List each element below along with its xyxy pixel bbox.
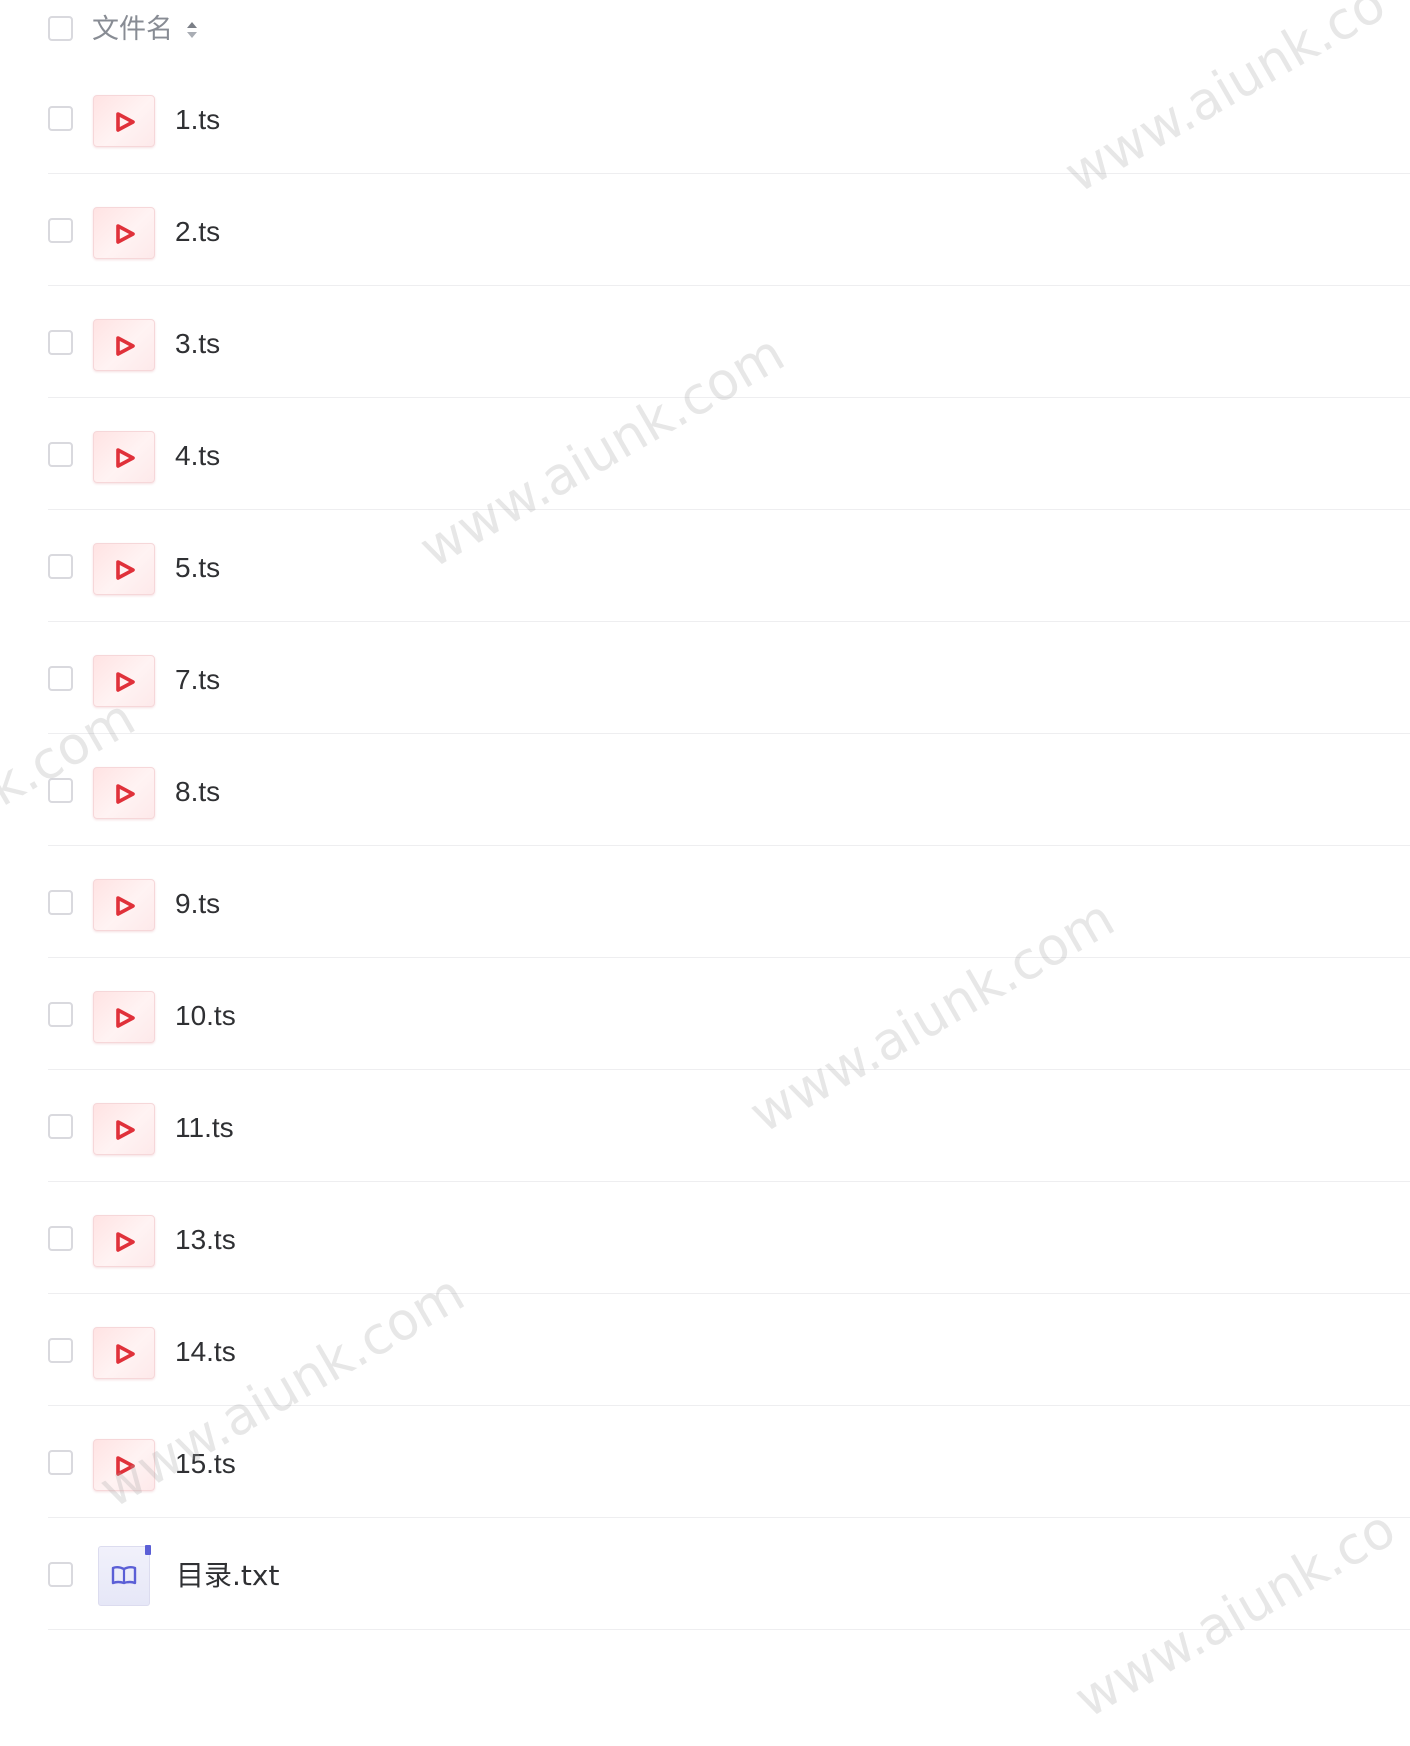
play-icon — [116, 672, 135, 692]
row-checkbox[interactable] — [48, 1338, 73, 1363]
play-icon — [116, 448, 135, 468]
file-name[interactable]: 3.ts — [175, 320, 220, 368]
file-name[interactable]: 10.ts — [175, 992, 236, 1040]
row-checkbox[interactable] — [48, 218, 73, 243]
play-icon — [116, 1344, 135, 1364]
video-file-icon — [93, 879, 155, 931]
file-row[interactable]: 4.ts — [0, 398, 1410, 510]
column-header-filename[interactable]: 文件名 — [92, 12, 173, 48]
play-icon — [116, 1008, 135, 1028]
row-divider — [48, 1629, 1410, 1630]
file-row[interactable]: 8.ts — [0, 734, 1410, 846]
file-name[interactable]: 目录.txt — [176, 1552, 279, 1600]
video-file-icon — [93, 95, 155, 147]
file-row[interactable]: 1.ts — [0, 62, 1410, 174]
sort-icon[interactable] — [186, 18, 198, 42]
video-file-icon — [93, 1215, 155, 1267]
file-row[interactable]: 14.ts — [0, 1294, 1410, 1406]
book-icon — [111, 1566, 137, 1585]
file-name[interactable]: 1.ts — [175, 96, 220, 144]
file-row[interactable]: 目录.txt — [0, 1518, 1410, 1630]
video-file-icon — [93, 1327, 155, 1379]
row-checkbox[interactable] — [48, 106, 73, 131]
play-icon — [116, 336, 135, 356]
file-name[interactable]: 2.ts — [175, 208, 220, 256]
play-icon — [116, 1456, 135, 1476]
file-row[interactable]: 11.ts — [0, 1070, 1410, 1182]
file-name[interactable]: 7.ts — [175, 656, 220, 704]
video-file-icon — [93, 1439, 155, 1491]
play-icon — [116, 224, 135, 244]
select-all-checkbox[interactable] — [48, 16, 73, 41]
text-file-icon — [98, 1545, 151, 1606]
play-icon — [116, 896, 135, 916]
file-row[interactable]: 9.ts — [0, 846, 1410, 958]
row-checkbox[interactable] — [48, 778, 73, 803]
row-checkbox[interactable] — [48, 1002, 73, 1027]
file-row[interactable]: 7.ts — [0, 622, 1410, 734]
row-checkbox[interactable] — [48, 666, 73, 691]
row-checkbox[interactable] — [48, 330, 73, 355]
video-file-icon — [93, 431, 155, 483]
file-name[interactable]: 5.ts — [175, 544, 220, 592]
row-checkbox[interactable] — [48, 1226, 73, 1251]
play-icon — [116, 560, 135, 580]
video-file-icon — [93, 767, 155, 819]
file-row[interactable]: 13.ts — [0, 1182, 1410, 1294]
play-icon — [116, 112, 135, 132]
video-file-icon — [93, 319, 155, 371]
file-name[interactable]: 13.ts — [175, 1216, 236, 1264]
play-icon — [116, 1120, 135, 1140]
play-icon — [116, 784, 135, 804]
play-icon — [116, 1232, 135, 1252]
file-row[interactable]: 2.ts — [0, 174, 1410, 286]
file-row[interactable]: 10.ts — [0, 958, 1410, 1070]
row-checkbox[interactable] — [48, 442, 73, 467]
video-file-icon — [93, 655, 155, 707]
file-row[interactable]: 5.ts — [0, 510, 1410, 622]
video-file-icon — [93, 207, 155, 259]
row-checkbox[interactable] — [48, 554, 73, 579]
file-row[interactable]: 15.ts — [0, 1406, 1410, 1518]
file-name[interactable]: 15.ts — [175, 1440, 236, 1488]
row-checkbox[interactable] — [48, 1114, 73, 1139]
row-checkbox[interactable] — [48, 1450, 73, 1475]
row-checkbox[interactable] — [48, 1562, 73, 1587]
file-name[interactable]: 4.ts — [175, 432, 220, 480]
page-corner-icon — [145, 1545, 151, 1555]
row-checkbox[interactable] — [48, 890, 73, 915]
file-name[interactable]: 14.ts — [175, 1328, 236, 1376]
video-file-icon — [93, 543, 155, 595]
file-list-header: 文件名 — [0, 0, 1410, 62]
file-row[interactable]: 3.ts — [0, 286, 1410, 398]
video-file-icon — [93, 1103, 155, 1155]
file-name[interactable]: 9.ts — [175, 880, 220, 928]
file-name[interactable]: 11.ts — [175, 1104, 234, 1152]
video-file-icon — [93, 991, 155, 1043]
file-name[interactable]: 8.ts — [175, 768, 220, 816]
